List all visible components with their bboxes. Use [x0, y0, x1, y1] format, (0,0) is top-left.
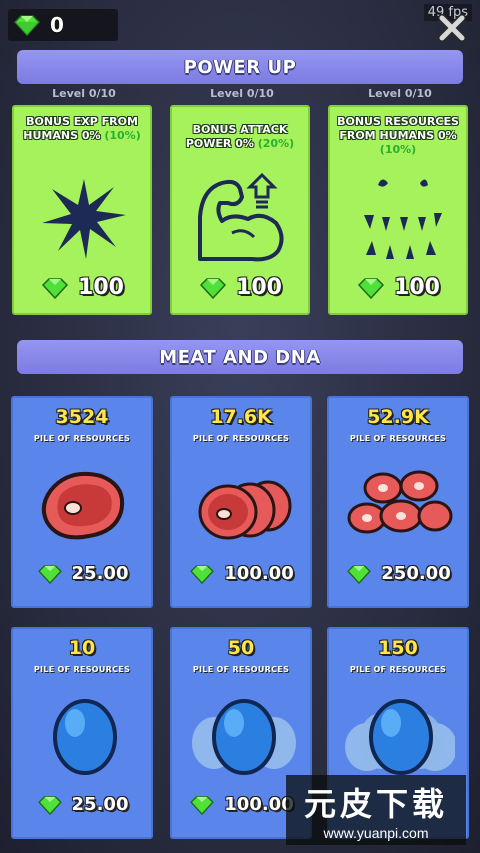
steak-stack-icon — [198, 480, 292, 540]
flexed-arm-icon — [198, 172, 284, 262]
gem-count: 0 — [50, 13, 64, 37]
dna-egg-cloud-large-icon — [345, 699, 455, 775]
price-value: 25.00 — [71, 563, 129, 584]
power-up-bonus: (10%) — [104, 129, 141, 142]
resource-label: PILE OF RESOURCES — [33, 434, 131, 443]
price-row: 250.00 — [329, 563, 467, 584]
price-row: 25.00 — [13, 563, 151, 584]
resource-amount: 3524 — [55, 406, 109, 428]
resource-card-dna-small[interactable]: 10 PILE OF RESOURCES 25.00 — [11, 627, 153, 839]
power-up-card-attack[interactable]: BONUS ATTACK POWER 0% (20%) 100 — [170, 105, 310, 315]
gem-counter: 0 — [8, 9, 118, 41]
resource-card-meat-small[interactable]: 3524 PILE OF RESOURCES 25.00 — [11, 396, 153, 608]
resource-amount: 52.9K — [367, 406, 429, 428]
power-up-level-3: Level 0/10 — [368, 87, 432, 100]
steak-icon — [41, 471, 124, 540]
resource-amount: 150 — [378, 637, 418, 659]
burst-icon — [42, 179, 126, 259]
resource-label: PILE OF RESOURCES — [349, 665, 447, 674]
price-value: 250.00 — [381, 563, 451, 584]
resource-amount: 50 — [227, 637, 255, 659]
resource-label: PILE OF RESOURCES — [192, 665, 290, 674]
power-up-bonus: (10%) — [379, 143, 417, 156]
meat-and-dna-header: MEAT AND DNA — [17, 340, 463, 374]
power-up-header: POWER UP — [17, 50, 463, 84]
watermark: 元皮下载 www.yuanpi.com — [286, 775, 466, 845]
watermark-url: www.yuanpi.com — [323, 825, 429, 841]
dna-egg-cloud-icon — [192, 699, 296, 775]
price-value: 100 — [394, 275, 440, 300]
power-up-title: BONUS RESOURCES FROM HUMANS 0% (10%) — [336, 115, 460, 157]
power-up-title: BONUS ATTACK POWER 0% (20%) — [178, 123, 302, 151]
power-up-card-exp[interactable]: BONUS EXP FROM HUMANS 0% (10%) 100 — [12, 105, 152, 315]
gem-icon — [41, 277, 69, 299]
power-up-level-1: Level 0/10 — [52, 87, 116, 100]
resource-card-meat-large[interactable]: 52.9K PILE OF RESOURCES 250.00 — [327, 396, 469, 608]
power-up-bonus: (20%) — [257, 137, 295, 150]
resource-label: PILE OF RESOURCES — [192, 434, 290, 443]
power-up-title-text: BONUS RESOURCES FROM HUMANS 0% — [337, 115, 459, 142]
gem-icon — [37, 795, 62, 815]
price-value: 25.00 — [71, 794, 129, 815]
power-up-title: BONUS EXP FROM HUMANS 0% (10%) — [20, 115, 144, 143]
resource-label: PILE OF RESOURCES — [349, 434, 447, 443]
gem-icon — [190, 564, 215, 584]
price-value: 100 — [78, 275, 124, 300]
gem-icon — [357, 277, 385, 299]
power-up-level-2: Level 0/10 — [210, 87, 274, 100]
resource-card-meat-medium[interactable]: 17.6K PILE OF RESOURCES 100.00 — [170, 396, 312, 608]
gem-icon — [37, 564, 62, 584]
resource-amount: 10 — [68, 637, 96, 659]
price-row: 100 — [14, 275, 150, 300]
price-row: 100 — [172, 275, 308, 300]
close-icon[interactable] — [438, 14, 466, 42]
gem-icon — [190, 795, 215, 815]
power-up-card-resources[interactable]: BONUS RESOURCES FROM HUMANS 0% (10%) 100 — [328, 105, 468, 315]
resource-amount: 17.6K — [210, 406, 272, 428]
gem-icon — [347, 564, 372, 584]
dna-egg-icon — [53, 699, 117, 775]
watermark-title: 元皮下载 — [303, 785, 448, 823]
steak-pile-icon — [347, 470, 453, 534]
price-row: 100 — [330, 275, 466, 300]
resource-label: PILE OF RESOURCES — [33, 665, 131, 674]
gem-icon — [199, 277, 227, 299]
price-value: 100.00 — [224, 794, 294, 815]
price-value: 100.00 — [224, 563, 294, 584]
price-row: 25.00 — [13, 794, 151, 815]
monster-mouth-icon — [364, 179, 442, 259]
gem-icon — [13, 15, 41, 36]
price-value: 100 — [236, 275, 282, 300]
price-row: 100.00 — [172, 563, 310, 584]
